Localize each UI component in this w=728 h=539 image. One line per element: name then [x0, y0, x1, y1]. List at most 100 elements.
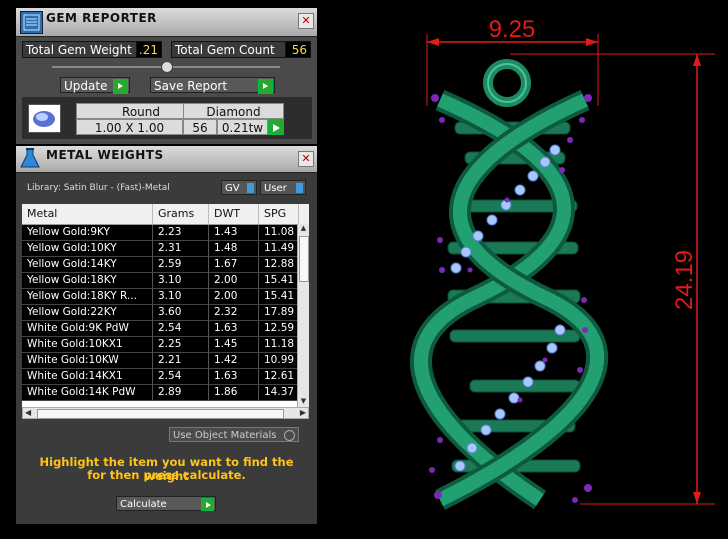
gem-reporter-title: GEM REPORTER: [46, 11, 157, 25]
column-header-metal[interactable]: Metal: [22, 204, 153, 224]
user-toggle[interactable]: User: [260, 180, 306, 195]
scroll-down-icon[interactable]: ▼: [299, 397, 308, 407]
table-cell: White Gold:14KX1: [22, 369, 153, 384]
toggle-indicator-icon: [247, 183, 254, 193]
table-cell: 15.41: [259, 273, 299, 288]
table-row[interactable]: Yellow Gold:14KY 2.59 1.67 12.88: [22, 257, 299, 273]
table-cell: 1.43: [209, 225, 259, 240]
update-label: Update: [64, 79, 108, 93]
table-row[interactable]: White Gold:9K PdW 2.54 1.63 12.59: [22, 321, 299, 337]
scroll-left-icon[interactable]: ◀: [25, 408, 31, 417]
gv-label: GV: [225, 183, 240, 194]
toggle-indicator-icon: [296, 183, 303, 193]
horizontal-scroll-thumb[interactable]: [37, 409, 284, 419]
gem-row-play-icon[interactable]: [268, 119, 284, 135]
table-cell: 1.63: [209, 369, 259, 384]
scroll-right-icon[interactable]: ▶: [300, 408, 306, 417]
flask-icon: [18, 146, 42, 174]
save-report-label: Save Report: [154, 79, 228, 93]
table-row[interactable]: Yellow Gold:10KY 2.31 1.48 11.49: [22, 241, 299, 257]
gem-weight-value: 0.21tw: [217, 119, 268, 135]
calculate-button[interactable]: Calculate: [116, 496, 216, 511]
table-row[interactable]: White Gold:10KX1 2.25 1.45 11.18: [22, 337, 299, 353]
gem-reporter-titlebar[interactable]: GEM REPORTER ✕: [16, 8, 317, 37]
column-header-spg[interactable]: SPG: [259, 204, 299, 224]
table-cell: 2.25: [153, 337, 209, 352]
table-cell: 2.32: [209, 305, 259, 320]
vertical-scroll-thumb[interactable]: [299, 236, 309, 282]
gem-size-value: 1.00 X 1.00: [76, 119, 183, 135]
table-cell: 10.99: [259, 353, 299, 368]
update-button[interactable]: Update: [60, 77, 130, 94]
table-cell: White Gold:14K PdW: [22, 385, 153, 400]
use-object-materials-label: Use Object Materials: [173, 430, 277, 441]
gv-toggle[interactable]: GV: [221, 180, 257, 195]
metal-weights-title: METAL WEIGHTS: [46, 148, 164, 162]
table-cell: 1.45: [209, 337, 259, 352]
splitter-handle[interactable]: [161, 61, 173, 73]
table-cell: 12.59: [259, 321, 299, 336]
table-cell: Yellow Gold:9KY: [22, 225, 153, 240]
table-cell: Yellow Gold:22KY: [22, 305, 153, 320]
gem-reporter-close-icon[interactable]: ✕: [298, 13, 314, 29]
table-cell: White Gold:10KW: [22, 353, 153, 368]
gem-count-value: 56: [183, 119, 217, 135]
table-cell: 1.42: [209, 353, 259, 368]
library-label: Library: Satin Blur - (Fast)-Metal: [27, 183, 170, 193]
table-cell: Yellow Gold:18KY R...: [22, 289, 153, 304]
radio-icon: [284, 430, 295, 441]
width-dimension-text: 9.25: [489, 16, 536, 43]
table-cell: 2.59: [153, 257, 209, 272]
height-dimension-text: 24.19: [671, 250, 698, 310]
column-header-dwt[interactable]: DWT: [209, 204, 259, 224]
round-gem-icon[interactable]: [28, 104, 61, 133]
column-header-grams[interactable]: Grams: [153, 204, 209, 224]
table-row[interactable]: White Gold:10KW 2.21 1.42 10.99: [22, 353, 299, 369]
3d-viewport[interactable]: 9.25 24.19: [320, 0, 728, 539]
gem-reporter-panel: GEM REPORTER ✕ Total Gem Weight .21 Tota…: [16, 8, 317, 144]
table-cell: White Gold:9K PdW: [22, 321, 153, 336]
dna-pendant-model[interactable]: [409, 59, 609, 510]
table-cell: 1.86: [209, 385, 259, 400]
table-row[interactable]: White Gold:14KX1 2.54 1.63 12.61: [22, 369, 299, 385]
table-row[interactable]: Yellow Gold:18KY R... 3.10 2.00 15.41: [22, 289, 299, 305]
user-label: User: [264, 183, 287, 194]
table-cell: 15.41: [259, 289, 299, 304]
table-cell: 11.18: [259, 337, 299, 352]
table-cell: 2.21: [153, 353, 209, 368]
table-row[interactable]: White Gold:14K PdW 2.89 1.86 14.37: [22, 385, 299, 401]
table-cell: 2.89: [153, 385, 209, 400]
table-cell: 11.49: [259, 241, 299, 256]
table-row[interactable]: Yellow Gold:22KY 3.60 2.32 17.89: [22, 305, 299, 321]
metal-weights-panel: METAL WEIGHTS ✕ Library: Satin Blur - (F…: [16, 146, 317, 524]
table-cell: 2.54: [153, 369, 209, 384]
metal-table[interactable]: Metal Grams DWT SPG Yellow Gold:9KY 2.23 1…: [22, 204, 309, 407]
scroll-up-icon[interactable]: ▲: [299, 224, 308, 234]
table-cell: 2.00: [209, 289, 259, 304]
metal-weights-close-icon[interactable]: ✕: [298, 151, 314, 167]
horizontal-scrollbar[interactable]: ◀ ▶: [22, 407, 309, 419]
vertical-scrollbar[interactable]: ▲ ▼: [297, 224, 309, 407]
table-row[interactable]: Yellow Gold:9KY 2.23 1.43 11.08: [22, 225, 299, 241]
table-cell: 2.23: [153, 225, 209, 240]
metal-weights-titlebar[interactable]: METAL WEIGHTS ✕: [16, 146, 317, 173]
total-gem-weight-value: .21: [136, 41, 162, 58]
table-cell: Yellow Gold:14KY: [22, 257, 153, 272]
play-arrow-icon: [258, 79, 273, 94]
gem-reporter-app-icon: [20, 11, 43, 34]
table-cell: 1.48: [209, 241, 259, 256]
table-cell: 12.88: [259, 257, 299, 272]
table-cell: 17.89: [259, 305, 299, 320]
table-row[interactable]: Yellow Gold:18KY 3.10 2.00 15.41: [22, 273, 299, 289]
use-object-materials-checkbox[interactable]: Use Object Materials: [169, 427, 299, 442]
table-cell: 3.10: [153, 289, 209, 304]
table-cell: 3.60: [153, 305, 209, 320]
table-cell: Yellow Gold:18KY: [22, 273, 153, 288]
table-cell: 3.10: [153, 273, 209, 288]
table-cell: 1.67: [209, 257, 259, 272]
table-cell: 2.31: [153, 241, 209, 256]
save-report-button[interactable]: Save Report: [150, 77, 275, 94]
table-cell: 11.08: [259, 225, 299, 240]
material-header: Diamond: [183, 103, 284, 119]
play-arrow-icon: [113, 79, 128, 94]
